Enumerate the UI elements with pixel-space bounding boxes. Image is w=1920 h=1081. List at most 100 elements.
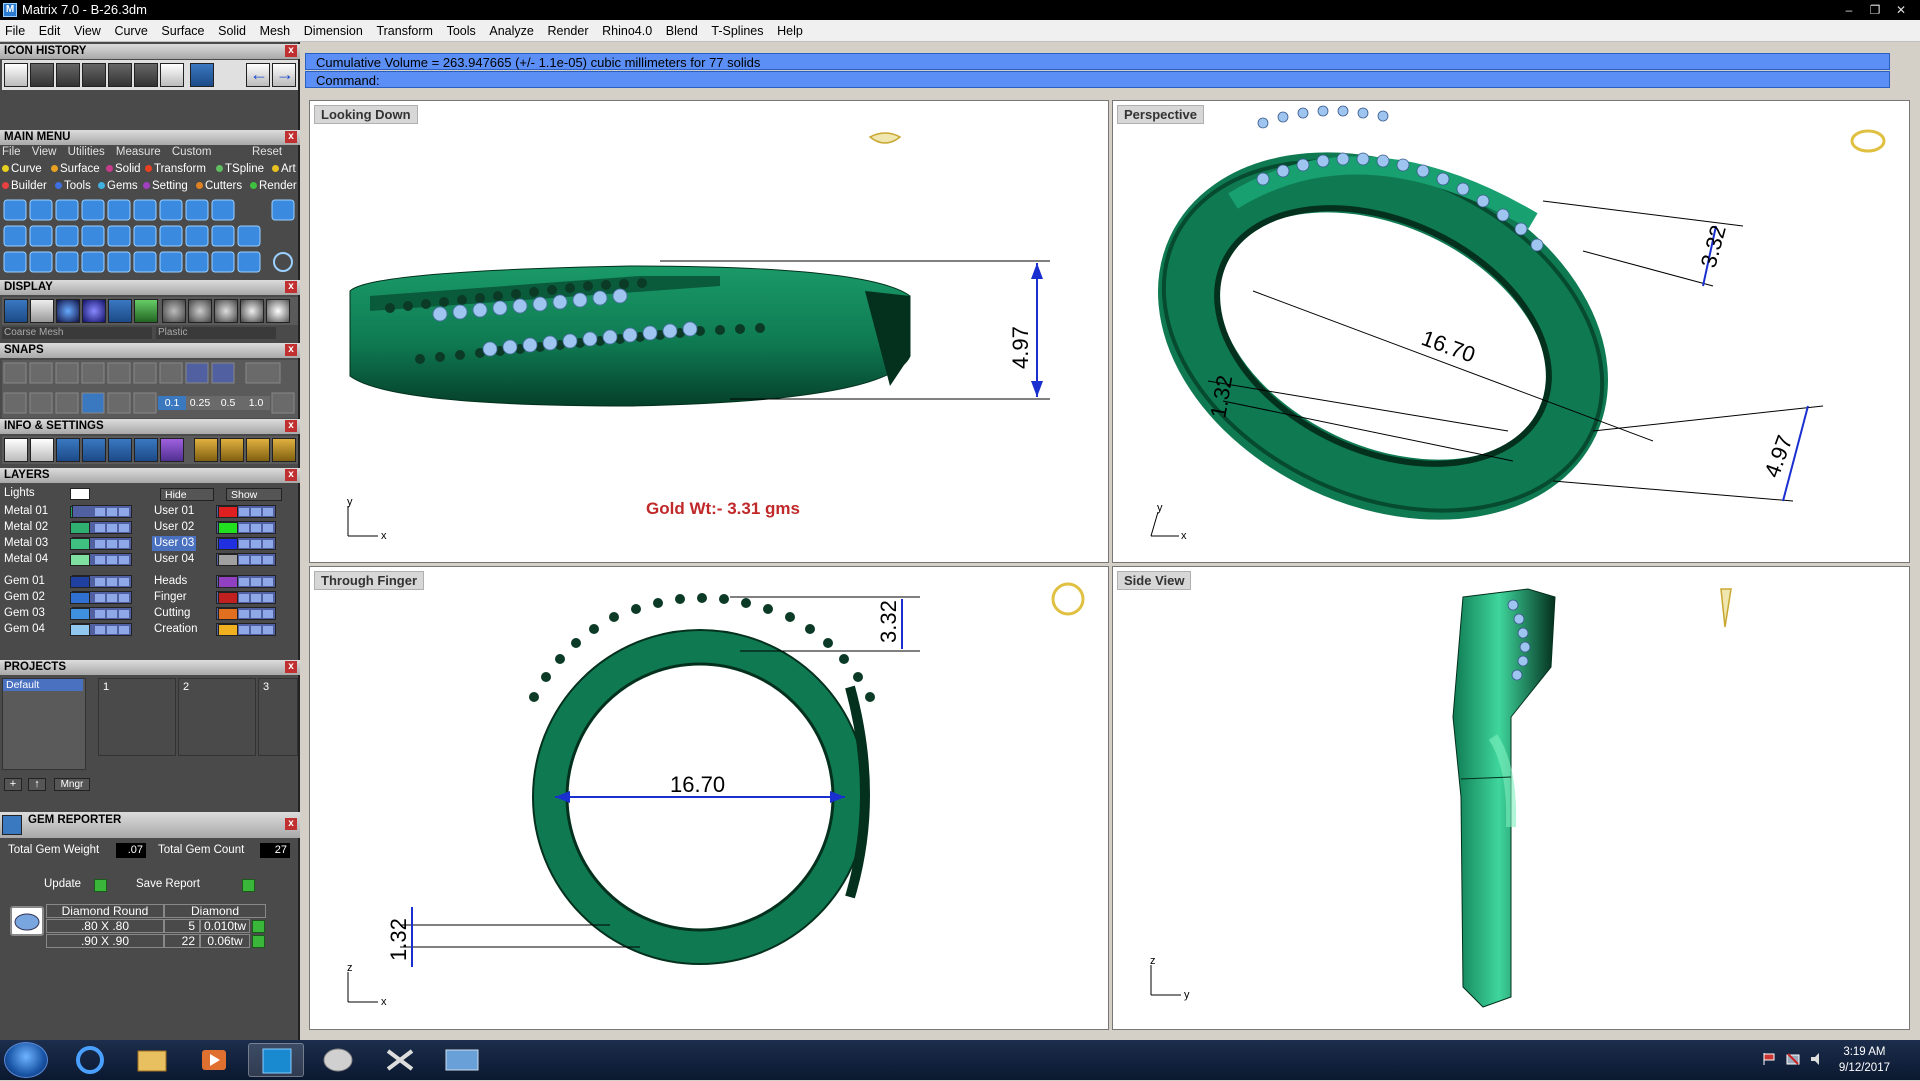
layer-metal-01[interactable]: Metal 01 <box>4 504 48 519</box>
forward-arrow-icon[interactable]: → <box>272 63 296 87</box>
project-slot-2[interactable]: 2 <box>178 678 256 756</box>
layer-color-swatch[interactable] <box>70 554 90 566</box>
category-tools[interactable]: Tools <box>55 180 91 192</box>
notes-icon[interactable] <box>108 438 132 462</box>
command-prompt[interactable]: Command: <box>305 71 1890 88</box>
weight-icon[interactable] <box>194 438 218 462</box>
close-icon[interactable]: x <box>285 818 297 830</box>
tool-icons-svg[interactable] <box>2 197 298 277</box>
gem-icon[interactable] <box>56 63 80 87</box>
material-metal-icon[interactable] <box>162 299 186 323</box>
layer-metal-04[interactable]: Metal 04 <box>4 552 48 567</box>
tab-utilities[interactable]: Utilities <box>68 146 105 158</box>
close-icon[interactable]: x <box>285 661 297 673</box>
category-builder[interactable]: Builder <box>2 180 47 192</box>
category-setting[interactable]: Setting <box>143 180 188 192</box>
ring-icon[interactable] <box>82 63 106 87</box>
file-explorer-icon[interactable] <box>124 1043 180 1077</box>
category-curve[interactable]: Curve <box>2 163 42 175</box>
snap-value-0[interactable]: 0.1 <box>158 396 186 410</box>
close-icon[interactable]: x <box>285 420 297 432</box>
back-arrow-icon[interactable]: ← <box>246 63 270 87</box>
tab-view[interactable]: View <box>32 146 57 158</box>
ring-view-icon[interactable] <box>1850 129 1886 153</box>
close-icon[interactable]: x <box>285 45 297 57</box>
snap-value-3[interactable]: 1.0 <box>242 396 270 410</box>
ring-front-icon[interactable] <box>1051 582 1085 616</box>
paint-icon[interactable] <box>310 1043 366 1077</box>
lights-swatch[interactable] <box>70 488 90 500</box>
new-file-icon[interactable] <box>4 63 28 87</box>
tab-custom[interactable]: Custom <box>172 146 212 158</box>
menu-view[interactable]: View <box>69 20 106 42</box>
layer-gem-03[interactable]: Gem 03 <box>4 606 45 621</box>
layer-color-swatch[interactable] <box>70 624 90 636</box>
menu-tools[interactable]: Tools <box>442 20 481 42</box>
layer-color-swatch[interactable] <box>218 576 238 588</box>
gem-row-action[interactable] <box>252 935 265 948</box>
viewport-through-finger[interactable]: Through Finger 3.32 16.70 1.32 z x <box>309 566 1109 1030</box>
menu-transform[interactable]: Transform <box>371 20 438 42</box>
box-icon[interactable] <box>134 63 158 87</box>
save-report-button[interactable] <box>242 879 255 892</box>
layer-color-swatch[interactable] <box>218 624 238 636</box>
wireframe-icon[interactable] <box>30 299 54 323</box>
layer-display-icon[interactable] <box>134 299 158 323</box>
menu-tsplines[interactable]: T-Splines <box>706 20 768 42</box>
material-gold-icon[interactable] <box>188 299 212 323</box>
diamond-view-icon[interactable] <box>868 132 902 144</box>
close-icon[interactable]: x <box>285 344 297 356</box>
menu-edit[interactable]: Edit <box>34 20 66 42</box>
tab-measure[interactable]: Measure <box>116 146 161 158</box>
layer-user-01[interactable]: User 01 <box>154 504 194 519</box>
layer-color-swatch[interactable] <box>218 592 238 604</box>
menu-curve[interactable]: Curve <box>109 20 152 42</box>
layer-color-swatch[interactable] <box>218 554 238 566</box>
layer-gem-01[interactable]: Gem 01 <box>4 574 45 589</box>
solid-icon[interactable] <box>30 63 54 87</box>
layer-user-02[interactable]: User 02 <box>154 520 194 535</box>
project-default[interactable]: Default <box>3 679 83 691</box>
material-chrome-icon[interactable] <box>266 299 290 323</box>
hide-button[interactable]: Hide <box>160 488 214 501</box>
viewport-perspective[interactable]: Perspective 3.32 16.70 1.32 4.97 y x <box>1112 100 1910 563</box>
layer-cutting[interactable]: Cutting <box>154 606 190 621</box>
menu-solid[interactable]: Solid <box>213 20 251 42</box>
update-button[interactable] <box>94 879 107 892</box>
layer-color-swatch[interactable] <box>70 608 90 620</box>
material-silver-icon[interactable] <box>214 299 238 323</box>
shaded-sphere-icon[interactable] <box>56 299 80 323</box>
grid-icon[interactable] <box>4 299 28 323</box>
export-icon[interactable] <box>272 438 296 462</box>
side-view-icon[interactable] <box>1720 588 1732 628</box>
layer-color-swatch[interactable] <box>218 608 238 620</box>
menu-rhino[interactable]: Rhino4.0 <box>597 20 657 42</box>
tab-file[interactable]: File <box>2 146 21 158</box>
display-mode-icon[interactable] <box>108 299 132 323</box>
restore-icon[interactable]: ❐ <box>1864 2 1886 18</box>
category-transform[interactable]: Transform <box>145 163 206 175</box>
menu-analyze[interactable]: Analyze <box>484 20 538 42</box>
category-cutters[interactable]: Cutters <box>196 180 242 192</box>
menu-render[interactable]: Render <box>543 20 594 42</box>
layer-controls[interactable] <box>72 505 132 518</box>
add-project-button[interactable]: + <box>4 778 22 791</box>
rendered-sphere-icon[interactable] <box>82 299 106 323</box>
gem-row-action[interactable] <box>252 920 265 933</box>
close-icon[interactable]: x <box>285 281 297 293</box>
menu-mesh[interactable]: Mesh <box>255 20 296 42</box>
start-button[interactable] <box>4 1042 48 1078</box>
remote-desktop-icon[interactable] <box>434 1043 490 1077</box>
snipping-tool-icon[interactable] <box>372 1043 428 1077</box>
category-solid[interactable]: Solid <box>106 163 141 175</box>
edit-icon[interactable] <box>134 438 158 462</box>
settings-icon[interactable] <box>4 438 28 462</box>
layer-color-swatch[interactable] <box>70 522 90 534</box>
layer-color-swatch[interactable] <box>218 506 238 518</box>
display-material-select[interactable]: Plastic <box>156 327 276 339</box>
category-tspline[interactable]: TSpline <box>216 163 264 175</box>
viewport-side-view[interactable]: Side View z y <box>1112 566 1910 1030</box>
snap-value-1[interactable]: 0.25 <box>186 396 214 410</box>
show-button[interactable]: Show <box>226 488 282 501</box>
viewport-looking-down[interactable]: Looking Down 4.97 Gold Wt:- 3.31 gms y x <box>309 100 1109 563</box>
